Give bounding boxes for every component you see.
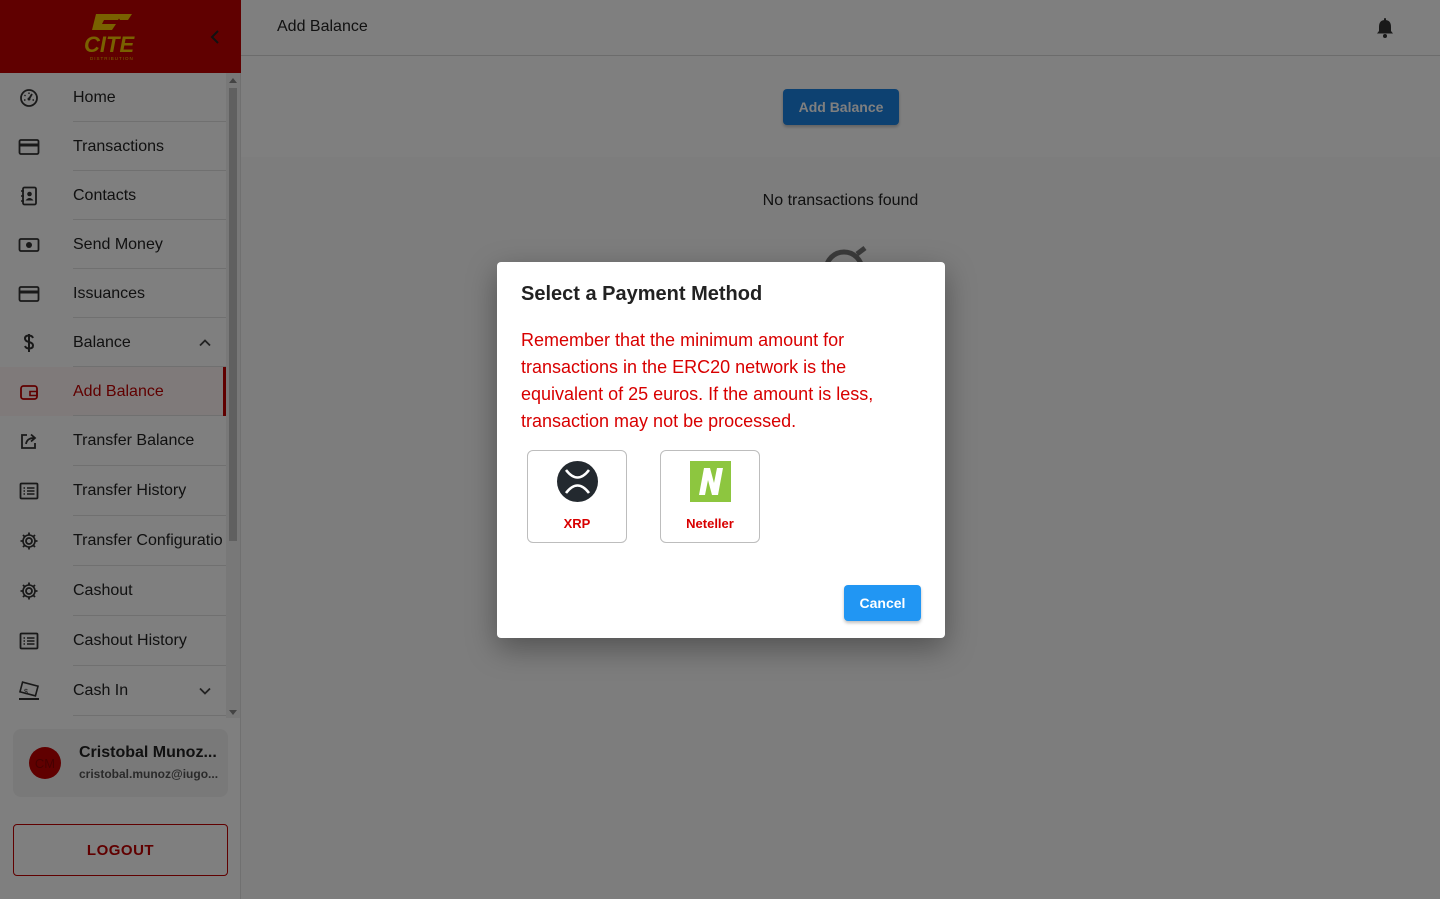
payment-option-label: Neteller <box>686 516 734 531</box>
xrp-logo-icon <box>557 461 598 502</box>
payment-method-dialog: Select a Payment Method Remember that th… <box>497 262 945 638</box>
neteller-logo-icon <box>690 461 731 502</box>
payment-option-label: XRP <box>563 516 591 531</box>
payment-option-neteller[interactable]: Neteller <box>660 450 760 543</box>
app-root: CITE DISTRIBUTION Home Transactions <box>0 0 1440 899</box>
dialog-warning-text: Remember that the minimum amount for tra… <box>521 330 874 431</box>
dialog-title: Select a Payment Method <box>521 283 763 305</box>
payment-option-xrp[interactable]: XRP <box>527 450 627 543</box>
cancel-button[interactable]: Cancel <box>844 585 921 621</box>
